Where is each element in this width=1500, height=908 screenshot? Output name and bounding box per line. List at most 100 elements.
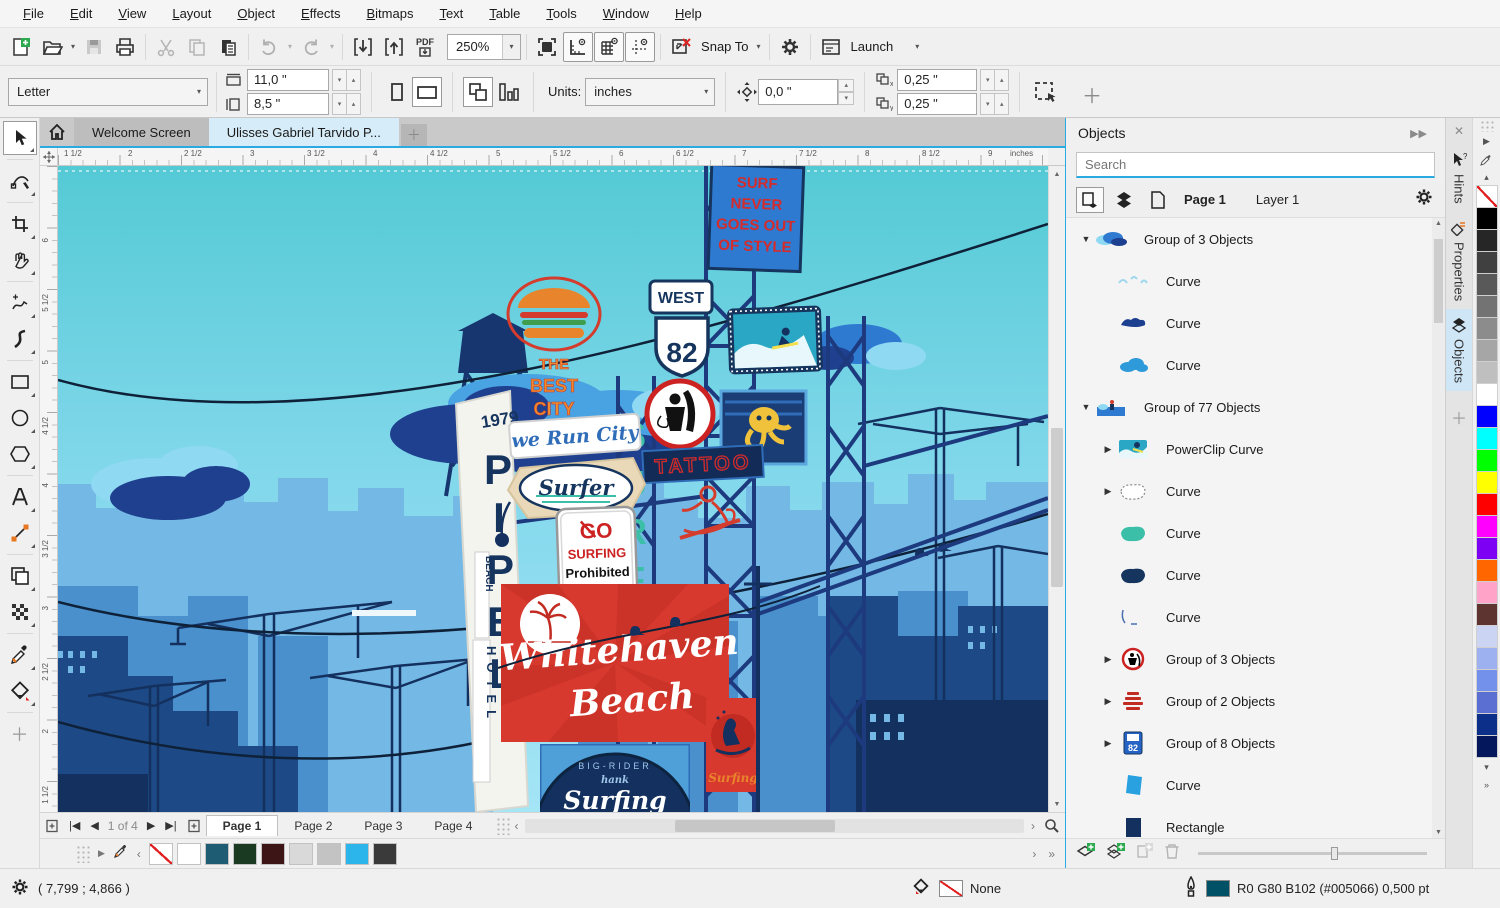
last-page-button[interactable]: ▶| [160,819,181,832]
page-width-field[interactable]: 11,0 " [247,69,329,91]
options-gear-button[interactable] [775,32,805,62]
west-82-sign[interactable]: WEST 82 [650,281,712,376]
first-page-button[interactable]: |◀ [64,819,85,832]
color-swatch[interactable] [1476,581,1498,604]
artistic-media-tool[interactable] [3,322,37,356]
color-swatch[interactable] [1476,559,1498,582]
fill-icon[interactable] [912,877,932,900]
docker-tab-objects[interactable]: Objects [1446,309,1472,391]
menu-help[interactable]: Help [662,6,715,21]
tree-row-curve[interactable]: ▶ Curve [1066,470,1432,512]
color-swatch[interactable] [1476,383,1498,406]
tree-row-group[interactable]: ▼ Group of 77 Objects [1066,386,1432,428]
collapse-arrow-icon[interactable]: ▼ [1080,402,1092,412]
tree-row-powerclip[interactable]: ▶ PowerClip Curve [1066,428,1432,470]
color-swatch[interactable] [1476,361,1498,384]
expand-arrow-icon[interactable]: ▶ [1102,738,1114,749]
color-swatch[interactable] [1476,471,1498,494]
rectangle-tool[interactable] [3,365,37,399]
add-page-start-button[interactable] [40,819,64,833]
color-swatch[interactable] [1476,669,1498,692]
tree-row-curve[interactable]: Curve [1066,344,1432,386]
scroll-down-arrow[interactable]: ▼ [1054,796,1061,812]
docker-tab-hints[interactable]: ? Hints [1446,144,1472,212]
publish-pdf-button[interactable]: PDF [410,32,440,62]
add-page-end-button[interactable] [182,819,206,833]
color-swatch[interactable] [1476,295,1498,318]
open-dropdown-caret[interactable]: ▾ [68,42,78,51]
units-select[interactable]: inches▾ [585,78,715,106]
zoom-level-combo[interactable]: 250% ▾ [447,34,521,60]
color-swatch[interactable] [1476,625,1498,648]
tree-row-curve[interactable]: Curve [1066,302,1432,344]
show-guidelines-button[interactable] [625,32,655,62]
tab-document[interactable]: Ulisses Gabriel Tarvido P... [209,118,399,146]
tree-scrollbar[interactable]: ▲ ▼ [1432,218,1445,838]
color-swatch[interactable] [1476,405,1498,428]
color-swatch[interactable] [1476,691,1498,714]
page-height-field[interactable]: 8,5 " [247,93,329,115]
duplicate-y-field[interactable]: 0,25 " [897,93,977,115]
page-tab-2[interactable]: Page 2 [278,816,348,836]
zoom-level-caret[interactable]: ▾ [502,35,520,59]
page-width-spinner[interactable]: ▾▴ [333,69,361,91]
docker-collapse-icon[interactable]: ▶▶ [1404,127,1433,140]
fullscreen-preview-button[interactable] [532,32,562,62]
color-swatch[interactable] [1476,251,1498,274]
landscape-button[interactable] [412,77,442,107]
palette-expand[interactable]: » [1044,847,1065,861]
new-master-layer-button[interactable] [1106,842,1126,865]
surf-style-billboard[interactable]: SURF NEVER GOES OUT OF STYLE [708,166,804,272]
we-run-city-sign[interactable]: we Run City [509,413,642,458]
color-swatch[interactable] [1476,515,1498,538]
menu-file[interactable]: File [10,6,57,21]
surfer-photo-billboard[interactable] [727,305,823,374]
launch-icon[interactable] [816,32,846,62]
canvas-horizontal-scrollbar[interactable]: ‹ › [488,813,1039,838]
outline-color-swatch[interactable] [1206,880,1230,897]
palette-eyedropper-icon[interactable] [113,843,129,864]
tree-row-curve[interactable]: Curve [1066,512,1432,554]
previous-page-button[interactable]: ◀ [85,819,103,832]
palette-drag-handle[interactable] [76,845,90,863]
no-surfing-sign[interactable] [647,381,713,447]
thumbnail-size-slider[interactable] [1198,852,1427,855]
home-icon[interactable] [40,118,74,146]
drawing-canvas[interactable]: SURF NEVER GOES OUT OF STYLE [58,166,1048,812]
slider-thumb[interactable] [1331,847,1338,860]
tree-scroll-thumb[interactable] [1434,239,1443,323]
menu-table[interactable]: Table [476,6,533,21]
menu-effects[interactable]: Effects [288,6,354,21]
page-tab-3[interactable]: Page 3 [348,816,418,836]
text-tool[interactable] [3,480,37,514]
menu-view[interactable]: View [105,6,159,21]
palette-scroll-left[interactable]: ‹ [133,847,145,861]
color-swatch[interactable] [1476,735,1498,758]
duplicate-y-spinner[interactable]: ▾▴ [981,93,1009,115]
color-swatch[interactable] [1476,185,1498,208]
paste-button[interactable] [213,32,243,62]
current-page-button[interactable] [493,77,523,107]
menu-tools[interactable]: Tools [533,6,589,21]
treat-as-filled-button[interactable] [1030,77,1060,107]
horizontal-ruler[interactable]: 1 1/22 2 1/23 3 1/24 4 1/25 5 1/26 6 1/2… [58,148,1048,166]
tree-row-curve[interactable]: Curve [1066,596,1432,638]
status-gear-icon[interactable] [10,877,30,900]
open-button[interactable] [37,32,67,62]
tattoo-sign[interactable]: TATTOO [642,445,764,483]
scroll-left-arrow[interactable]: ‹ [510,819,522,833]
snap-off-button[interactable] [666,32,696,62]
import-button[interactable] [348,32,378,62]
collapse-arrow-icon[interactable]: ▼ [1080,234,1092,244]
doc-swatch[interactable] [205,843,229,865]
page-tab-1[interactable]: Page 1 [206,815,279,836]
show-grid-button[interactable] [594,32,624,62]
horizontal-scroll-thumb[interactable] [675,820,835,832]
duplicate-x-field[interactable]: 0,25 " [897,69,977,91]
doc-swatch[interactable] [317,843,341,865]
color-palette-scroll-down[interactable]: ▾ [1484,758,1489,776]
color-palette-handle[interactable] [1480,120,1494,132]
doc-swatch[interactable] [149,843,173,865]
color-swatch[interactable] [1476,229,1498,252]
new-document-button[interactable] [6,32,36,62]
